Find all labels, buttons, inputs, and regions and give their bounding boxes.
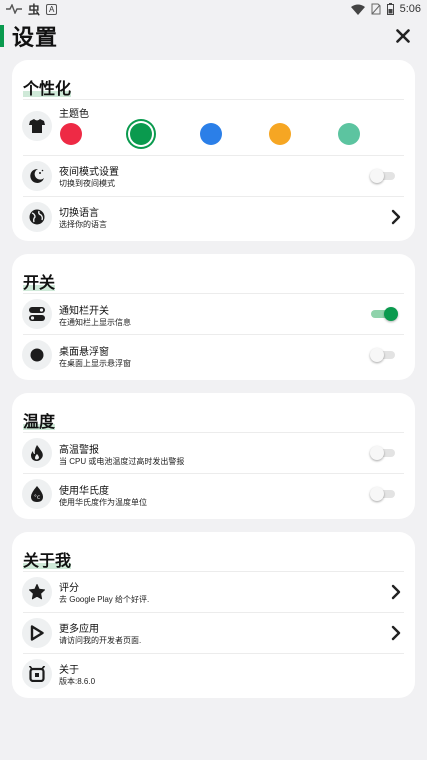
fahrenheit-row[interactable]: °c 使用华氏度 使用华氏度作为温度单位 xyxy=(12,474,415,514)
floating-title: 桌面悬浮窗 xyxy=(59,347,109,358)
rate-subtitle: 去 Google Play 给个好评. xyxy=(59,595,150,604)
notification-icon-circle xyxy=(22,299,52,329)
moon-icon xyxy=(30,168,44,183)
rate-icon-circle xyxy=(22,577,52,607)
about-row[interactable]: 关于 版本:8.6.0 xyxy=(12,654,415,694)
color-swatch-green[interactable] xyxy=(130,123,152,145)
chevron-right-icon[interactable] xyxy=(389,584,403,600)
rate-title: 评分 xyxy=(59,583,79,594)
bubble-icon xyxy=(30,348,44,362)
language-title: 切换语言 xyxy=(59,208,99,219)
color-swatch-blue[interactable] xyxy=(200,123,222,145)
language-subtitle: 选择你的语言 xyxy=(59,220,107,229)
fahrenheit-toggle[interactable] xyxy=(370,486,397,502)
more-apps-icon-circle xyxy=(22,618,52,648)
flame-icon xyxy=(31,445,43,461)
switches-card: 开关 通知栏开关 在通知栏上显示信息 桌面悬浮窗 在桌面上显示悬浮窗 xyxy=(12,254,415,380)
app-header: 设置 xyxy=(0,22,427,50)
fahrenheit-subtitle: 使用华氏度作为温度单位 xyxy=(59,498,147,507)
personalize-card: 个性化 主题色 夜间模式设置 切换到夜间模式 切换语言 选择你的语言 xyxy=(12,60,415,241)
night-mode-row[interactable]: 夜间模式设置 切换到夜间模式 xyxy=(12,156,415,196)
notification-badge: A xyxy=(46,3,58,15)
floating-window-row[interactable]: 桌面悬浮窗 在桌面上显示悬浮窗 xyxy=(12,335,415,375)
language-icon-circle xyxy=(22,202,52,232)
color-swatch-red[interactable] xyxy=(60,123,82,145)
temperature-card: 温度 高温警报 当 CPU 或电池温度过高时发出警报 °c 使用华氏度 使用华氏… xyxy=(12,393,415,519)
night-mode-subtitle: 切换到夜间模式 xyxy=(59,179,115,188)
toggles-icon xyxy=(29,307,45,321)
status-bar: 虫 A 5:06 xyxy=(0,0,427,18)
section-title-personalize: 个性化 xyxy=(23,81,72,98)
tshirt-icon-circle xyxy=(22,111,52,141)
night-mode-title: 夜间模式设置 xyxy=(59,167,119,178)
app-glyph: 虫 xyxy=(28,2,41,17)
chevron-right-icon[interactable] xyxy=(389,209,403,225)
notification-row[interactable]: 通知栏开关 在通知栏上显示信息 xyxy=(12,294,415,334)
title-accent-bar xyxy=(0,25,4,47)
high-temp-row[interactable]: 高温警报 当 CPU 或电池温度过高时发出警报 xyxy=(12,433,415,473)
color-swatch-orange[interactable] xyxy=(269,123,291,145)
page-title: 设置 xyxy=(12,25,59,50)
close-icon xyxy=(396,29,410,43)
about-title: 关于 xyxy=(59,665,79,676)
section-title-temperature: 温度 xyxy=(23,414,56,431)
about-card: 关于我 评分 去 Google Play 给个好评. 更多应用 请访问我的开发者… xyxy=(12,532,415,698)
about-icon-circle xyxy=(22,659,52,689)
high-temp-toggle[interactable] xyxy=(370,445,397,461)
svg-text:°c: °c xyxy=(34,494,40,501)
color-swatch-teal[interactable] xyxy=(338,123,360,145)
play-icon xyxy=(30,625,44,641)
theme-color-label: 主题色 xyxy=(59,109,89,120)
floating-toggle[interactable] xyxy=(370,347,397,363)
tshirt-icon xyxy=(29,119,45,133)
clock: 5:06 xyxy=(399,3,421,15)
version-text: 版本:8.6.0 xyxy=(59,677,96,686)
section-title-about: 关于我 xyxy=(23,553,72,570)
night-mode-icon-circle xyxy=(22,161,52,191)
language-row[interactable]: 切换语言 选择你的语言 xyxy=(12,197,415,237)
activity-icon xyxy=(6,4,22,14)
rate-row[interactable]: 评分 去 Google Play 给个好评. xyxy=(12,572,415,612)
section-title-switches: 开关 xyxy=(23,275,56,292)
more-apps-title: 更多应用 xyxy=(59,624,99,635)
chevron-right-icon[interactable] xyxy=(389,625,403,641)
high-temp-icon-circle xyxy=(22,438,52,468)
more-apps-subtitle: 请访问我的开发者页面. xyxy=(59,636,142,645)
night-mode-toggle[interactable] xyxy=(370,168,397,184)
theme-color-row: 主题色 xyxy=(12,100,415,155)
no-sim-icon xyxy=(371,3,381,15)
battery-icon xyxy=(386,3,394,15)
notification-subtitle: 在通知栏上显示信息 xyxy=(59,318,131,327)
fahrenheit-title: 使用华氏度 xyxy=(59,486,109,497)
high-temp-title: 高温警报 xyxy=(59,445,99,456)
floating-subtitle: 在桌面上显示悬浮窗 xyxy=(59,359,131,368)
more-apps-row[interactable]: 更多应用 请访问我的开发者页面. xyxy=(12,613,415,653)
globe-icon xyxy=(29,209,45,225)
close-button[interactable] xyxy=(391,24,415,48)
notification-title: 通知栏开关 xyxy=(59,306,109,317)
star-icon xyxy=(29,584,45,600)
floating-icon-circle xyxy=(22,340,52,370)
high-temp-subtitle: 当 CPU 或电池温度过高时发出警报 xyxy=(59,457,185,466)
water-drop-icon: °c xyxy=(31,486,43,502)
fahrenheit-icon-circle: °c xyxy=(22,479,52,509)
robot-icon xyxy=(29,666,45,682)
wifi-icon xyxy=(350,4,365,15)
notification-toggle[interactable] xyxy=(371,306,398,322)
